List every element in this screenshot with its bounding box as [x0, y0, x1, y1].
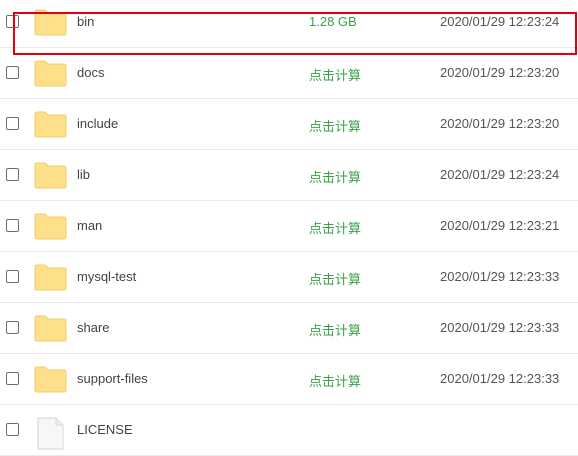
row-checkbox[interactable] — [6, 168, 19, 181]
file-modified-time: 2020/01/29 12:23:21 — [440, 218, 560, 233]
row-checkbox[interactable] — [6, 219, 19, 232]
file-name[interactable]: share — [77, 320, 110, 335]
row-checkbox[interactable] — [6, 423, 19, 436]
calculate-size-link[interactable]: 点击计算 — [309, 320, 361, 339]
file-row[interactable]: include 点击计算 2020/01/29 12:23:20 — [0, 99, 578, 150]
file-modified-time: 2020/01/29 12:23:33 — [440, 320, 560, 335]
file-icon — [37, 417, 64, 450]
row-checkbox[interactable] — [6, 321, 19, 334]
file-row[interactable]: LICENSE — [0, 405, 578, 456]
file-size: 1.28 GB — [309, 14, 357, 29]
folder-icon — [34, 315, 67, 342]
folder-icon — [34, 9, 67, 36]
file-modified-time: 2020/01/29 12:23:24 — [440, 167, 560, 182]
row-checkbox[interactable] — [6, 117, 19, 130]
calculate-size-link[interactable]: 点击计算 — [309, 269, 361, 288]
file-name[interactable]: bin — [77, 14, 94, 29]
file-name[interactable]: docs — [77, 65, 104, 80]
file-name[interactable]: support-files — [77, 371, 148, 386]
calculate-size-link[interactable]: 点击计算 — [309, 65, 361, 84]
file-row[interactable]: share 点击计算 2020/01/29 12:23:33 — [0, 303, 578, 354]
file-name[interactable]: LICENSE — [77, 422, 133, 437]
file-modified-time: 2020/01/29 12:23:20 — [440, 65, 560, 80]
calculate-size-link[interactable]: 点击计算 — [309, 371, 361, 390]
file-list: bin 1.28 GB 2020/01/29 12:23:24 docs 点击计… — [0, 0, 578, 456]
folder-icon — [34, 213, 67, 240]
calculate-size-link[interactable]: 点击计算 — [309, 116, 361, 135]
file-row[interactable]: lib 点击计算 2020/01/29 12:23:24 — [0, 150, 578, 201]
folder-icon — [34, 264, 67, 291]
row-checkbox[interactable] — [6, 372, 19, 385]
file-modified-time: 2020/01/29 12:23:33 — [440, 371, 560, 386]
row-checkbox[interactable] — [6, 270, 19, 283]
file-modified-time: 2020/01/29 12:23:33 — [440, 269, 560, 284]
calculate-size-link[interactable]: 点击计算 — [309, 167, 361, 186]
file-row[interactable]: bin 1.28 GB 2020/01/29 12:23:24 — [0, 0, 578, 48]
file-name[interactable]: include — [77, 116, 118, 131]
file-modified-time: 2020/01/29 12:23:20 — [440, 116, 560, 131]
file-modified-time: 2020/01/29 12:23:24 — [440, 14, 560, 29]
calculate-size-link[interactable]: 点击计算 — [309, 218, 361, 237]
row-checkbox[interactable] — [6, 66, 19, 79]
folder-icon — [34, 111, 67, 138]
file-row[interactable]: man 点击计算 2020/01/29 12:23:21 — [0, 201, 578, 252]
file-name[interactable]: mysql-test — [77, 269, 136, 284]
file-name[interactable]: man — [77, 218, 102, 233]
file-row[interactable]: mysql-test 点击计算 2020/01/29 12:23:33 — [0, 252, 578, 303]
folder-icon — [34, 60, 67, 87]
row-checkbox[interactable] — [6, 15, 19, 28]
file-name[interactable]: lib — [77, 167, 90, 182]
folder-icon — [34, 162, 67, 189]
file-row[interactable]: docs 点击计算 2020/01/29 12:23:20 — [0, 48, 578, 99]
file-row[interactable]: support-files 点击计算 2020/01/29 12:23:33 — [0, 354, 578, 405]
folder-icon — [34, 366, 67, 393]
